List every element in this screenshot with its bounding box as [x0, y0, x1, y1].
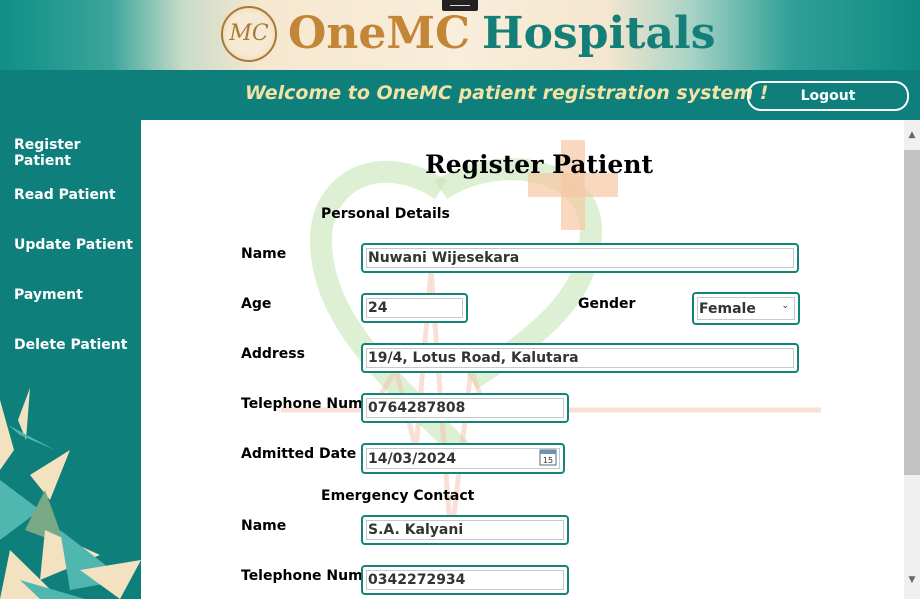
logout-button[interactable]: Logout [747, 81, 909, 111]
hospital-logo: MC [221, 6, 277, 62]
emergency-telephone-value: 0342272934 [368, 572, 466, 588]
scroll-down-arrow-icon[interactable]: ▼ [904, 575, 920, 587]
admitted-date-label: Admitted Date [241, 446, 357, 462]
emergency-name-value: S.A. Kalyani [368, 522, 464, 538]
logo-monogram: MC [229, 21, 269, 46]
sidebar-item-delete-patient[interactable]: Delete Patient [14, 337, 127, 353]
emergency-name-label: Name [241, 518, 287, 534]
telephone-value: 0764287808 [368, 400, 466, 416]
age-label: Age [241, 296, 272, 312]
name-field[interactable]: Nuwani Wijesekara [361, 243, 799, 273]
decorative-triangles [0, 388, 141, 599]
brand-name-hospitals: Hospitals [482, 8, 716, 59]
scrollbar-thumb[interactable] [904, 150, 920, 475]
sidebar: Register Patient Read Patient Update Pat… [0, 120, 141, 599]
name-label: Name [241, 246, 287, 262]
sidebar-item-register-patient[interactable]: Register Patient [14, 137, 141, 169]
address-label: Address [241, 346, 305, 362]
admitted-date-picker[interactable]: 14/03/2024 15 [361, 443, 565, 474]
main-content: Register Patient Personal Details Name N… [141, 120, 904, 599]
form-title: Register Patient [425, 150, 654, 179]
sidebar-item-read-patient[interactable]: Read Patient [14, 187, 116, 203]
emergency-name-field[interactable]: S.A. Kalyani [361, 515, 569, 545]
telephone-field[interactable]: 0764287808 [361, 393, 569, 423]
emergency-contact-heading: Emergency Contact [321, 488, 475, 504]
gender-value: Female [699, 300, 756, 317]
gender-select[interactable]: Female ⌄ [692, 292, 800, 325]
emergency-telephone-label: Telephone Num [241, 568, 363, 584]
age-value: 24 [368, 300, 388, 316]
age-field[interactable]: 24 [361, 293, 468, 323]
telephone-label: Telephone Num [241, 396, 363, 412]
calendar-icon[interactable]: 15 [539, 448, 557, 466]
name-value: Nuwani Wijesekara [368, 250, 520, 266]
admitted-date-value: 14/03/2024 [368, 450, 457, 467]
personal-details-heading: Personal Details [321, 206, 450, 222]
scroll-up-arrow-icon[interactable]: ▲ [904, 130, 920, 142]
calendar-day-text: 15 [543, 456, 553, 465]
gender-label: Gender [578, 296, 636, 312]
brand-name-onemc: OneMC [288, 8, 471, 59]
welcome-message: Welcome to OneMC patient registration sy… [245, 82, 769, 104]
address-value: 19/4, Lotus Road, Kalutara [368, 350, 579, 366]
sidebar-item-update-patient[interactable]: Update Patient [14, 237, 133, 253]
address-field[interactable]: 19/4, Lotus Road, Kalutara [361, 343, 799, 373]
emergency-telephone-field[interactable]: 0342272934 [361, 565, 569, 595]
app-banner: MC OneMC Hospitals [0, 0, 920, 70]
chevron-down-icon: ⌄ [781, 301, 789, 311]
sidebar-item-payment[interactable]: Payment [14, 287, 83, 303]
vertical-scrollbar[interactable]: ▲ ▼ [904, 120, 920, 599]
